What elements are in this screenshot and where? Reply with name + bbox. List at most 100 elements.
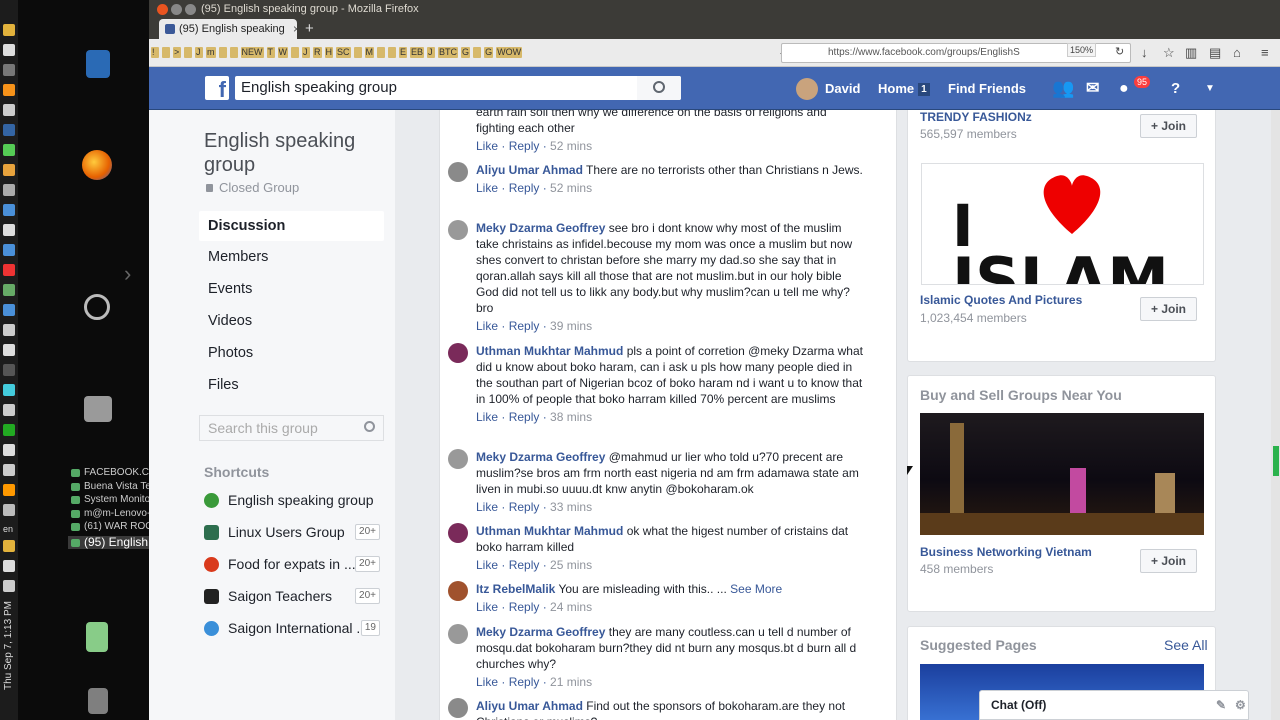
commenter-name[interactable]: Uthman Mukhtar Mahmud bbox=[476, 344, 623, 358]
panel-app-icon[interactable] bbox=[3, 464, 15, 476]
bitcoin-icon[interactable] bbox=[3, 84, 15, 96]
bookmark-item[interactable]: H bbox=[324, 47, 333, 58]
like-link[interactable]: Like bbox=[476, 558, 498, 572]
wifi-icon[interactable] bbox=[3, 504, 15, 516]
panel-app-icon[interactable] bbox=[3, 124, 15, 136]
shortcut-item[interactable]: English speaking group bbox=[204, 489, 384, 511]
download-icon[interactable]: ↓ bbox=[1141, 45, 1148, 60]
close-tab-icon[interactable]: × bbox=[293, 19, 297, 39]
commenter-avatar[interactable] bbox=[448, 698, 468, 718]
help-icon[interactable]: ? bbox=[1171, 67, 1180, 110]
bookmark-item[interactable] bbox=[353, 47, 362, 58]
facebook-search-input[interactable]: English speaking group bbox=[235, 76, 681, 100]
panel-app-icon[interactable] bbox=[3, 324, 15, 336]
islam-group-image[interactable]: I ISLAM bbox=[921, 163, 1204, 285]
nav-photos[interactable]: Photos bbox=[199, 337, 384, 369]
reload-icon[interactable]: ↻ bbox=[1115, 45, 1124, 58]
panel-app-icon[interactable] bbox=[3, 204, 15, 216]
group-name[interactable]: English speaking group bbox=[204, 129, 374, 177]
search-button[interactable] bbox=[637, 76, 681, 100]
like-link[interactable]: Like bbox=[476, 319, 498, 333]
reply-link[interactable]: Reply bbox=[509, 558, 540, 572]
commenter-name[interactable]: Meky Dzarma Geoffrey bbox=[476, 450, 605, 464]
file-manager-icon[interactable] bbox=[84, 396, 112, 422]
bookmark-item[interactable] bbox=[377, 47, 386, 58]
reply-link[interactable]: Reply bbox=[509, 139, 540, 153]
bookmark-item[interactable]: BTC bbox=[438, 47, 459, 58]
comment-time[interactable]: 52 mins bbox=[550, 181, 592, 195]
commenter-avatar[interactable] bbox=[448, 449, 468, 469]
bookmark-item[interactable]: SC bbox=[336, 47, 351, 58]
menu-icon[interactable]: ≡ bbox=[1261, 45, 1269, 60]
panel-app-icon[interactable] bbox=[3, 144, 15, 156]
bookmark-item[interactable]: G bbox=[484, 47, 494, 58]
bookmark-item[interactable]: J bbox=[427, 47, 436, 58]
panel-app-icon[interactable] bbox=[3, 540, 15, 552]
commenter-name[interactable]: Aliyu Umar Ahmad bbox=[476, 699, 583, 713]
bookmark-item[interactable]: WOW bbox=[496, 47, 523, 58]
bookmark-item[interactable] bbox=[291, 47, 299, 58]
panel-app-icon[interactable] bbox=[3, 384, 15, 396]
commenter-name[interactable]: Itz RebelMalik bbox=[476, 582, 555, 596]
commenter-avatar[interactable] bbox=[448, 581, 468, 601]
panel-app-icon[interactable] bbox=[3, 444, 15, 456]
like-link[interactable]: Like bbox=[476, 600, 498, 614]
shortcut-item[interactable]: Linux Users Group 20+ bbox=[204, 521, 384, 543]
bookmark-item[interactable] bbox=[388, 47, 397, 58]
bookmark-item[interactable]: J bbox=[302, 47, 310, 58]
reply-link[interactable]: Reply bbox=[509, 500, 540, 514]
home-link[interactable]: Home 1 bbox=[878, 67, 930, 110]
commenter-name[interactable]: Meky Dzarma Geoffrey bbox=[476, 625, 605, 639]
bookmark-item[interactable]: > bbox=[173, 47, 181, 58]
commenter-avatar[interactable] bbox=[448, 624, 468, 644]
shortcut-item[interactable]: Saigon International ... 19 bbox=[204, 617, 384, 639]
chat-bar[interactable]: Chat (Off) ✎ ⚙ bbox=[979, 690, 1249, 720]
nav-members[interactable]: Members bbox=[199, 241, 384, 273]
bookmark-item[interactable]: R bbox=[313, 47, 322, 58]
panel-app-icon[interactable] bbox=[3, 64, 15, 76]
see-more-link[interactable]: See More bbox=[730, 582, 782, 596]
keyboard-layout[interactable]: en bbox=[3, 524, 18, 534]
bookmark-item[interactable] bbox=[229, 47, 238, 58]
panel-app-icon[interactable] bbox=[3, 304, 15, 316]
messenger-icon[interactable]: ✉ bbox=[1086, 67, 1099, 110]
volume-icon[interactable] bbox=[3, 560, 15, 572]
group-suggestion-title[interactable]: TRENDY FASHIONz bbox=[920, 110, 1032, 124]
scrollbar-thumb[interactable] bbox=[1273, 446, 1279, 476]
nav-videos[interactable]: Videos bbox=[199, 305, 384, 337]
bookmark-item[interactable]: EB bbox=[410, 47, 425, 58]
commenter-name[interactable]: Meky Dzarma Geoffrey bbox=[476, 221, 605, 235]
comment-time[interactable]: 38 mins bbox=[550, 410, 592, 424]
panel-app-icon[interactable] bbox=[3, 184, 15, 196]
like-link[interactable]: Like bbox=[476, 410, 498, 424]
comment-time[interactable]: 21 mins bbox=[550, 675, 592, 689]
browser-tab[interactable]: (95) English speaking × bbox=[159, 19, 297, 39]
panel-app-icon[interactable] bbox=[3, 424, 15, 436]
nav-files[interactable]: Files bbox=[199, 369, 384, 401]
bookmark-item[interactable]: NEW bbox=[240, 47, 264, 58]
minimize-window-icon[interactable] bbox=[171, 4, 182, 15]
document-icon[interactable] bbox=[86, 50, 110, 78]
group-search-input[interactable]: Search this group bbox=[199, 415, 384, 441]
new-tab-icon[interactable]: + bbox=[305, 19, 314, 39]
comment-time[interactable]: 52 mins bbox=[550, 139, 592, 153]
like-link[interactable]: Like bbox=[476, 139, 498, 153]
bookmark-star-icon[interactable]: ☆ bbox=[1163, 45, 1175, 61]
shortcut-item[interactable]: Food for expats in ... 20+ bbox=[204, 553, 384, 575]
bookmark-item[interactable] bbox=[184, 47, 192, 58]
home-icon[interactable]: ⌂ bbox=[1233, 45, 1241, 60]
reply-link[interactable]: Reply bbox=[509, 319, 540, 333]
panel-app-icon[interactable] bbox=[3, 404, 15, 416]
comment-time[interactable]: 25 mins bbox=[550, 558, 592, 572]
join-button[interactable]: + Join bbox=[1140, 549, 1197, 573]
reply-link[interactable]: Reply bbox=[509, 675, 540, 689]
bookmark-item[interactable] bbox=[473, 47, 482, 58]
like-link[interactable]: Like bbox=[476, 500, 498, 514]
library-icon[interactable]: ▥ bbox=[1185, 45, 1197, 61]
page-scrollbar[interactable] bbox=[1271, 110, 1280, 720]
zoom-indicator[interactable]: 150% bbox=[1067, 43, 1097, 57]
firefox-icon[interactable] bbox=[82, 150, 112, 180]
commenter-avatar[interactable] bbox=[448, 220, 468, 240]
maximize-window-icon[interactable] bbox=[185, 4, 196, 15]
nav-events[interactable]: Events bbox=[199, 273, 384, 305]
